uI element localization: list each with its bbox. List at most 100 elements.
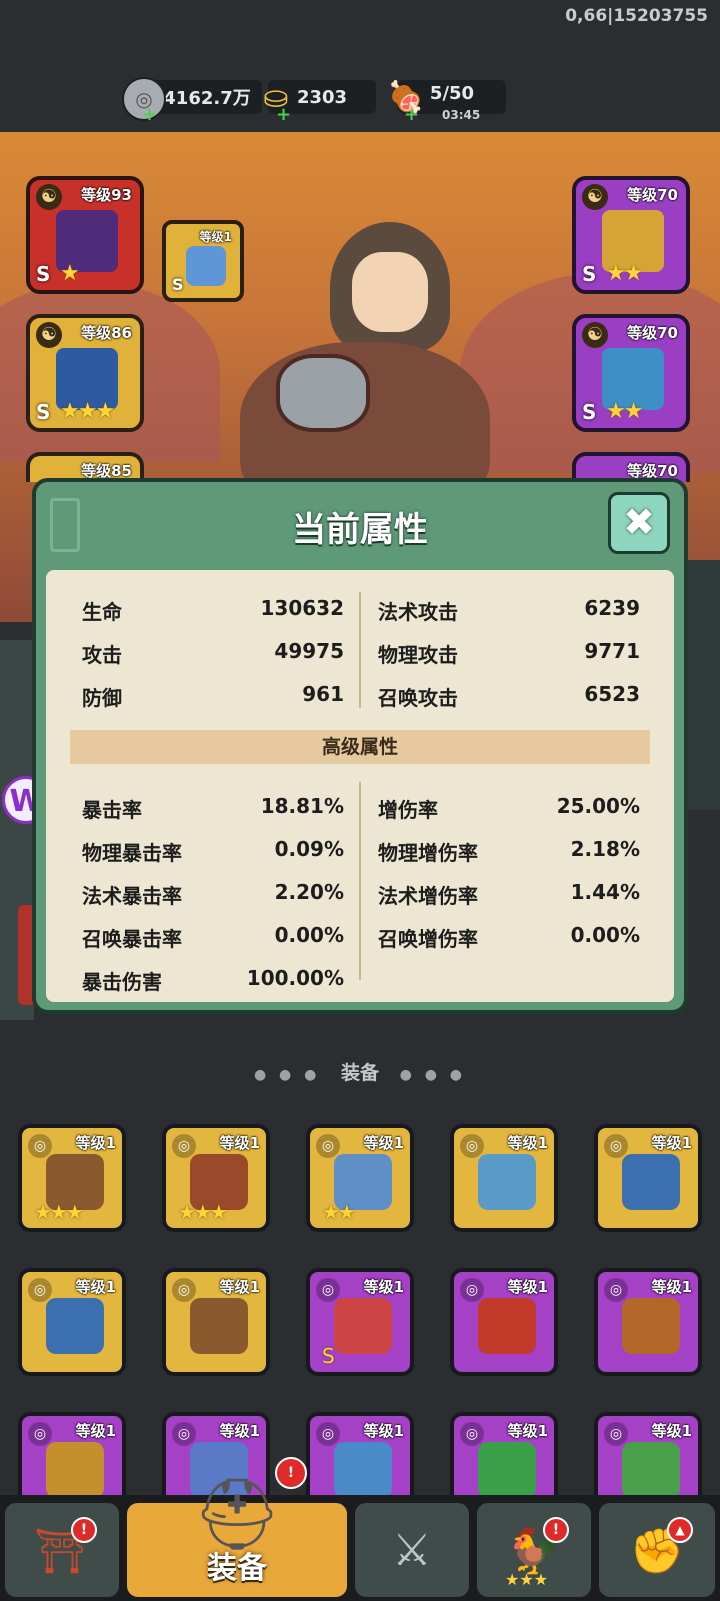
nav-upgrade-button[interactable]: ✊ ▲ <box>596 1500 718 1600</box>
slot-type-icon: ◎ <box>604 1278 628 1302</box>
yinyang-icon: ☯ <box>582 322 608 348</box>
slot-level: 等级70 <box>627 186 678 204</box>
slot-level: 等级93 <box>81 186 132 204</box>
stamina-timer: 03:45 <box>442 108 481 122</box>
close-button[interactable]: ✖ <box>608 492 670 554</box>
slot-grade: S <box>36 262 51 286</box>
item-stars: ★★★ <box>34 1200 84 1224</box>
yinyang-icon: ☯ <box>36 322 62 348</box>
slot-type-icon: ◎ <box>172 1134 196 1158</box>
item-art <box>334 1442 392 1498</box>
slot-type-icon: ◎ <box>28 1134 52 1158</box>
item-level: 等级1 <box>75 1422 116 1440</box>
item-level: 等级1 <box>507 1422 548 1440</box>
slot-grade: S <box>172 275 184 294</box>
item-level: 等级1 <box>219 1422 260 1440</box>
gold-value: 2303 <box>296 86 348 108</box>
item-level: 等级1 <box>363 1422 404 1440</box>
crossed-swords-icon: ⚔ <box>392 1525 432 1576</box>
item-art <box>622 1154 680 1210</box>
nav-alert-badge: ! <box>71 1517 97 1543</box>
slot-type-icon: ◎ <box>604 1134 628 1158</box>
item-level: 等级1 <box>651 1422 692 1440</box>
item-level: 等级1 <box>219 1278 260 1296</box>
slot-type-icon: ◎ <box>316 1422 340 1446</box>
slot-level: 等级86 <box>81 324 132 342</box>
slot-type-icon: ◎ <box>28 1278 52 1302</box>
item-stars: S <box>322 1344 335 1368</box>
equipment-item[interactable]: ◎ 等级1 <box>450 1268 558 1376</box>
slot-type-icon: ◎ <box>460 1422 484 1446</box>
item-art <box>46 1298 104 1354</box>
hero-face <box>352 252 428 332</box>
slot-type-icon: ◎ <box>172 1278 196 1302</box>
item-art <box>478 1298 536 1354</box>
slot-level: 等级70 <box>627 324 678 342</box>
nav-equip-button[interactable]: ⛑ ! 装备 <box>124 1457 350 1600</box>
yinyang-icon: ☯ <box>36 184 62 210</box>
attributes-panel: 生命 130632 攻击 49975 防御 961 法术攻击 6239 物理攻击 9771… <box>46 570 674 1002</box>
item-stars: ★★ <box>322 1200 356 1224</box>
item-stars: ★★★ <box>178 1200 228 1224</box>
equipment-item[interactable]: ◎ 等级1 ★★ <box>306 1124 414 1232</box>
stamina-plus-icon[interactable]: + <box>404 106 419 124</box>
item-level: 等级1 <box>363 1278 404 1296</box>
slot-stars: ★ <box>60 261 80 286</box>
equipment-item[interactable]: ◎ 等级1 <box>594 1268 702 1376</box>
dots-right-icon: ● ● ● <box>399 1067 467 1083</box>
equipment-item[interactable]: ◎ 等级1 ★★★ <box>18 1124 126 1232</box>
gear-slot-weapon[interactable]: ☯ 等级93 S ★ <box>26 176 144 294</box>
silver-plus-icon[interactable]: + <box>142 106 157 124</box>
boar-helmet <box>276 354 370 432</box>
gold-plus-icon[interactable]: + <box>276 106 291 124</box>
right-edge-panel <box>686 560 720 810</box>
equipment-item[interactable]: ◎ 等级1 <box>594 1124 702 1232</box>
slot-type-icon: ◎ <box>604 1422 628 1446</box>
item-art <box>478 1154 536 1210</box>
nav-battle-button[interactable]: ⚔ <box>352 1500 472 1600</box>
slot-grade: S <box>36 400 51 424</box>
nav-shop-button[interactable]: ⛩ ! <box>2 1500 122 1600</box>
item-art <box>622 1442 680 1498</box>
advanced-header: 高级属性 <box>70 730 650 764</box>
slot-grade: S <box>582 262 597 286</box>
gear-slot-armor[interactable]: ☯ 等级70 S ★★ <box>572 176 690 294</box>
equipment-item[interactable]: ◎ 等级1 <box>162 1268 270 1376</box>
equipment-item[interactable]: ◎ 等级1 S <box>306 1268 414 1376</box>
slot-type-icon: ◎ <box>172 1422 196 1446</box>
slot-type-icon: ◎ <box>460 1134 484 1158</box>
attributes-modal: 当前属性 ✖ 生命 130632 攻击 49975 防御 961 法术攻击 6239 物… <box>32 478 688 1014</box>
slot-stars: ★★ <box>606 399 643 424</box>
gear-slot-small[interactable]: 等级1 S <box>162 220 244 302</box>
item-level: 等级1 <box>75 1278 116 1296</box>
crystal-art <box>186 246 226 286</box>
nav-upgrade-badge: ▲ <box>667 1517 693 1543</box>
item-level: 等级1 <box>651 1278 692 1296</box>
item-level: 等级1 <box>651 1134 692 1152</box>
slot-type-icon: ◎ <box>460 1278 484 1302</box>
stamina-value: 5/50 <box>429 82 475 104</box>
slot-stars: ★★ <box>606 261 643 286</box>
nav-alert-badge: ! <box>275 1457 307 1489</box>
basic-divider <box>359 592 361 708</box>
item-level: 等级1 <box>219 1134 260 1152</box>
gear-slot-helmet[interactable]: ☯ 等级86 S ★★★ <box>26 314 144 432</box>
nav-pet-button[interactable]: 🐓 ! ★★★ <box>474 1500 594 1600</box>
equipment-item[interactable]: ◎ 等级1 <box>450 1124 558 1232</box>
item-level: 等级1 <box>507 1134 548 1152</box>
item-art <box>334 1298 392 1354</box>
slot-type-icon: ◎ <box>316 1278 340 1302</box>
equipment-item[interactable]: ◎ 等级1 ★★★ <box>162 1124 270 1232</box>
equip-section-label: 装备 <box>340 1062 379 1084</box>
gear-slot-boots[interactable]: ☯ 等级70 S ★★ <box>572 314 690 432</box>
slot-stars: ★★★ <box>60 399 115 424</box>
coords-readout: 0,66|15203755 <box>565 6 708 26</box>
item-art <box>622 1298 680 1354</box>
slot-type-icon: ◎ <box>28 1422 52 1446</box>
item-level: 等级1 <box>363 1134 404 1152</box>
item-art <box>190 1298 248 1354</box>
slot-type-icon: ◎ <box>316 1134 340 1158</box>
slot-grade: S <box>582 400 597 424</box>
modal-title: 当前属性 <box>292 510 428 550</box>
equipment-item[interactable]: ◎ 等级1 <box>18 1268 126 1376</box>
